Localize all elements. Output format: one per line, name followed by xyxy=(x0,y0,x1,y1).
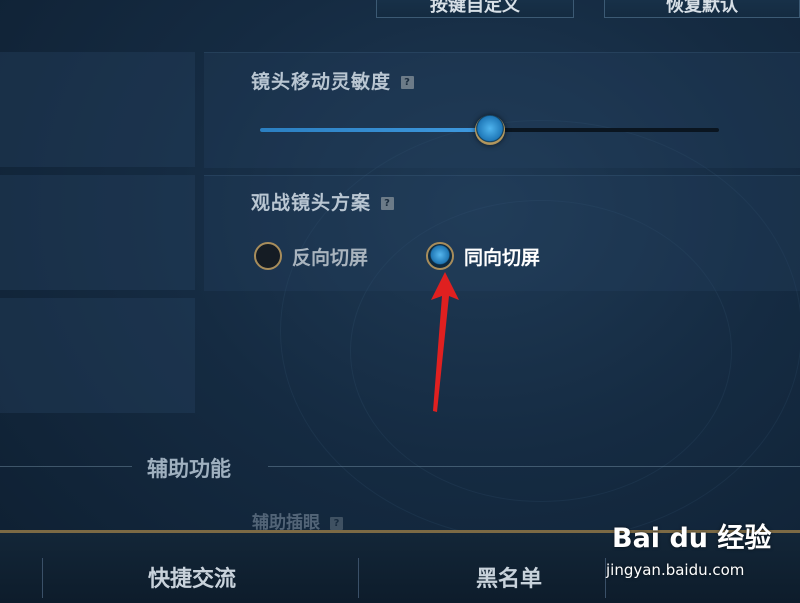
help-icon: ? xyxy=(330,516,343,530)
custom-keys-button[interactable]: 按键自定义 xyxy=(376,0,574,18)
spectator-camera-label: 观战镜头方案 xyxy=(251,192,372,214)
watermark-url: jingyan.baidu.com xyxy=(606,561,745,579)
tab-divider xyxy=(358,558,359,598)
spectator-camera-row: 观战镜头方案? 反向切屏 同向切屏 xyxy=(204,175,800,291)
annotation-arrow-icon xyxy=(431,272,459,412)
camera-sensitivity-label: 镜头移动灵敏度 xyxy=(251,71,392,93)
section-divider xyxy=(0,466,132,467)
sensitivity-slider-fill xyxy=(260,128,490,132)
option-reverse-switch[interactable]: 反向切屏 xyxy=(254,242,368,270)
spectator-camera-title: 观战镜头方案? xyxy=(251,188,395,215)
option-same-label: 同向切屏 xyxy=(464,246,541,269)
section-divider xyxy=(268,466,800,467)
left-panel-block xyxy=(0,298,195,413)
option-reverse-label: 反向切屏 xyxy=(292,246,369,269)
tab-divider xyxy=(42,558,43,598)
radio-selected-icon xyxy=(426,242,454,270)
watermark-brand: Bai du 经验 xyxy=(612,523,772,554)
baidu-jingyan-watermark: Bai du 经验 jingyan.baidu.com xyxy=(606,516,772,579)
section-title: 辅助功能 xyxy=(147,457,231,481)
tab-quick-chat[interactable]: 快捷交流 xyxy=(148,561,236,593)
left-panel-block xyxy=(0,175,195,290)
help-icon[interactable]: ? xyxy=(401,76,415,89)
reset-default-button[interactable]: 恢复默认 xyxy=(604,0,800,18)
help-icon[interactable]: ? xyxy=(381,197,395,210)
sensitivity-slider-thumb[interactable] xyxy=(474,115,505,145)
tab-blacklist[interactable]: 黑名单 xyxy=(476,561,542,593)
camera-sensitivity-title: 镜头移动灵敏度? xyxy=(251,67,415,94)
left-panel-block xyxy=(0,52,195,167)
custom-keys-label: 按键自定义 xyxy=(430,0,520,16)
camera-sensitivity-row: 镜头移动灵敏度? xyxy=(204,52,800,168)
reset-default-label: 恢复默认 xyxy=(666,0,738,16)
option-same-switch[interactable]: 同向切屏 xyxy=(426,242,540,270)
radio-unselected-icon xyxy=(254,242,282,270)
